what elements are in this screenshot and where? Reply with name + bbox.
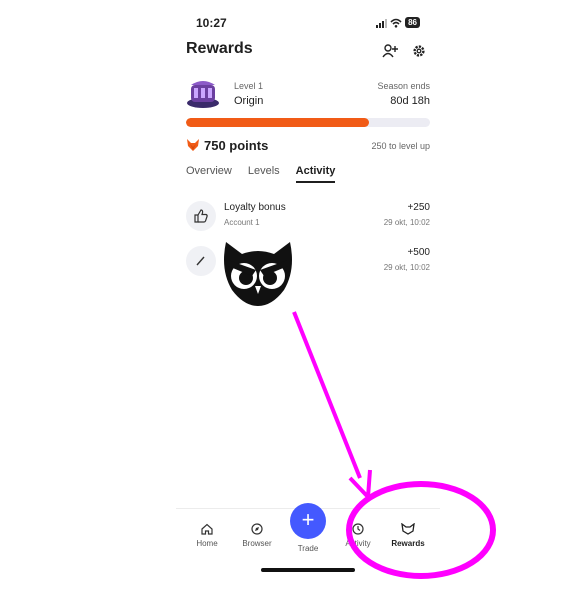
signal-icon <box>376 18 388 28</box>
thumbs-up-icon <box>186 201 216 231</box>
status-icons: 86 <box>376 17 420 28</box>
fox-icon <box>187 139 199 151</box>
level-progress-bar <box>186 118 430 127</box>
season-countdown: 80d 18h <box>390 95 430 107</box>
nav-rewards[interactable]: Rewards <box>383 523 433 548</box>
fox-icon <box>401 523 415 535</box>
tab-levels[interactable]: Levels <box>248 165 280 183</box>
activity-date: 29 okt, 10:02 <box>383 263 430 272</box>
home-indicator <box>261 568 355 572</box>
points-row: 750 points 250 to level up <box>186 137 430 155</box>
compass-icon <box>251 523 263 535</box>
nav-trade-label: Trade <box>297 544 319 553</box>
points-to-next-level: 250 to level up <box>371 141 430 151</box>
season-label: Season ends <box>377 81 430 91</box>
level-name: Origin <box>234 95 264 107</box>
activity-subtitle: Account 1 <box>224 218 260 227</box>
add-user-icon[interactable] <box>382 44 398 58</box>
tab-activity[interactable]: Activity <box>295 165 336 183</box>
status-time: 10:27 <box>196 16 227 30</box>
header-actions <box>382 44 426 58</box>
home-icon <box>201 523 213 535</box>
status-bar: 10:27 86 <box>176 14 440 34</box>
nav-activity-label: Activity <box>345 539 371 548</box>
trade-button[interactable]: + <box>290 503 326 539</box>
activity-amount: +250 <box>407 202 430 213</box>
tab-overview[interactable]: Overview <box>186 165 232 183</box>
nav-browser[interactable]: Browser <box>232 523 282 548</box>
nav-home[interactable]: Home <box>182 523 232 548</box>
battery-indicator: 86 <box>405 17 420 28</box>
settings-icon[interactable] <box>412 44 426 58</box>
wifi-icon <box>390 18 402 28</box>
activity-title: Loyalty bonus <box>224 202 286 213</box>
level-card: Level 1 Origin Season ends 80d 18h <box>186 77 430 113</box>
owl-logo-icon <box>224 242 292 306</box>
nav-activity[interactable]: Activity <box>333 523 383 548</box>
activity-amount: +500 <box>407 247 430 258</box>
nav-rewards-label: Rewards <box>391 539 425 548</box>
edit-icon <box>186 246 216 276</box>
activity-item[interactable]: Loyalty bonus Account 1 +250 29 okt, 10:… <box>186 199 430 233</box>
page-title: Rewards <box>186 40 253 57</box>
level-label: Level 1 <box>234 81 264 91</box>
nav-home-label: Home <box>196 539 218 548</box>
level-progress-fill <box>186 118 369 127</box>
tab-bar: Overview Levels Activity <box>186 165 336 183</box>
level-badge-image <box>187 81 219 108</box>
bottom-nav: Home Browser + Trade Activity Rewards <box>176 503 440 559</box>
activity-date: 29 okt, 10:02 <box>383 218 430 227</box>
clock-icon <box>352 523 364 535</box>
points-value: 750 points <box>204 138 269 153</box>
nav-browser-label: Browser <box>242 539 272 548</box>
